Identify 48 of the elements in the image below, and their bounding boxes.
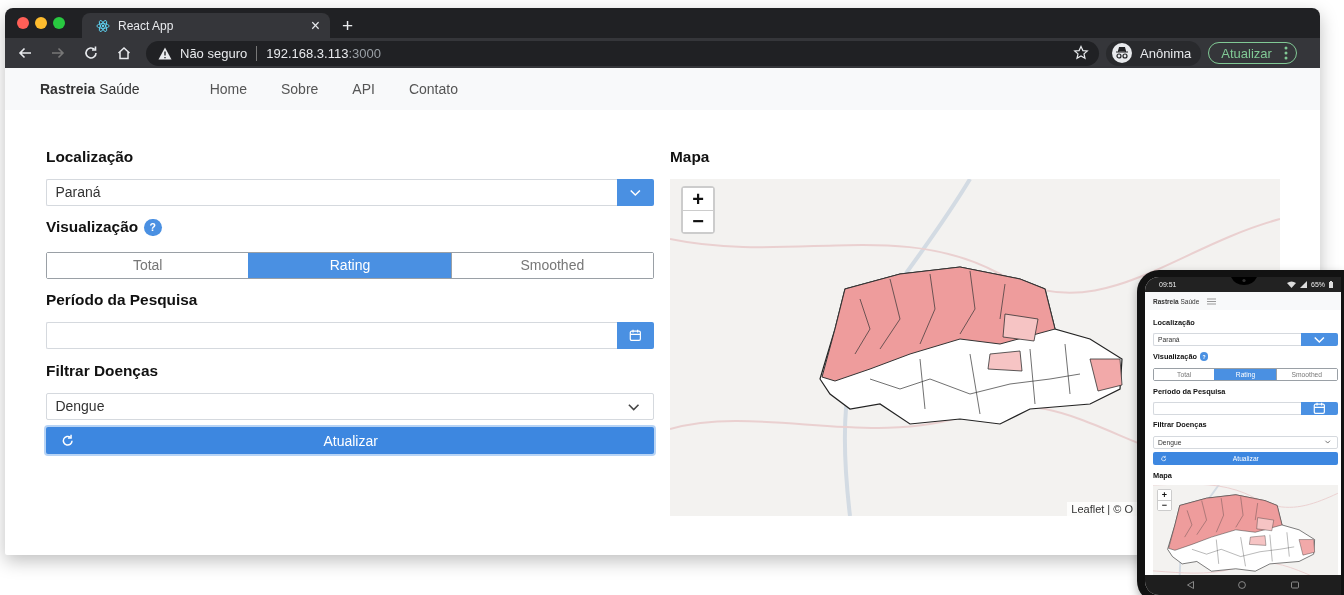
address-bar[interactable]: Não seguro 192.168.3.113:3000 [146,40,1099,66]
field-label: Visualização [46,217,139,238]
window-control-dot[interactable] [17,17,29,29]
refresh-icon [60,432,76,449]
date-field[interactable] [46,321,617,350]
recents-icon[interactable] [1290,581,1299,589]
close-tab-button[interactable]: × [310,17,320,34]
nav-link[interactable]: Sobre [281,81,319,97]
update-button[interactable]: Atualizar [46,426,654,455]
nav-link[interactable]: Contato [408,81,458,97]
warning-icon [158,46,172,60]
home-icon[interactable] [116,45,132,61]
star-icon[interactable] [1073,45,1089,61]
location-field[interactable]: Paraná [46,178,617,206]
atom-icon [96,18,110,33]
forward-icon[interactable] [50,45,66,61]
dropdown-button[interactable] [1300,333,1338,347]
url-host: 192.168.3.113 [266,45,349,61]
profile-chip[interactable]: Anônima [1106,40,1202,66]
new-tab-button[interactable]: + [342,16,354,35]
incognito-icon [1112,43,1132,63]
calendar-button[interactable] [616,321,654,350]
field-label: Filtrar Doenças [46,361,160,382]
url-port: :3000 [348,45,381,61]
window-control-dot[interactable] [35,17,47,29]
chevron-icon [1324,438,1332,446]
reload-icon[interactable] [83,45,99,61]
field-label: Período da Pesquisa [46,290,199,311]
dropdown-button[interactable] [616,178,654,206]
signal-icon [1300,281,1307,288]
kebab-menu-icon [1283,46,1288,60]
section-title: Mapa [670,147,711,167]
brand-logo[interactable]: Rastreia Saúde [40,81,140,97]
nav-link[interactable]: Home [209,81,247,97]
calendar-button[interactable] [1300,401,1338,415]
back-icon[interactable] [1187,581,1195,589]
calendar-icon [1312,400,1327,416]
battery-icon [1329,281,1333,288]
back-icon[interactable] [17,45,33,61]
field-label: Localização [46,147,135,167]
wifi-icon [1287,281,1296,288]
calendar-icon [628,328,643,343]
disease-select[interactable]: Dengue [46,392,654,420]
browser-tab[interactable]: React App × [82,13,330,38]
security-label: Não seguro [180,45,248,61]
view-option[interactable]: Smoothed [450,252,653,279]
window-control-dot[interactable] [53,17,65,29]
nav-link[interactable]: API [352,81,375,97]
